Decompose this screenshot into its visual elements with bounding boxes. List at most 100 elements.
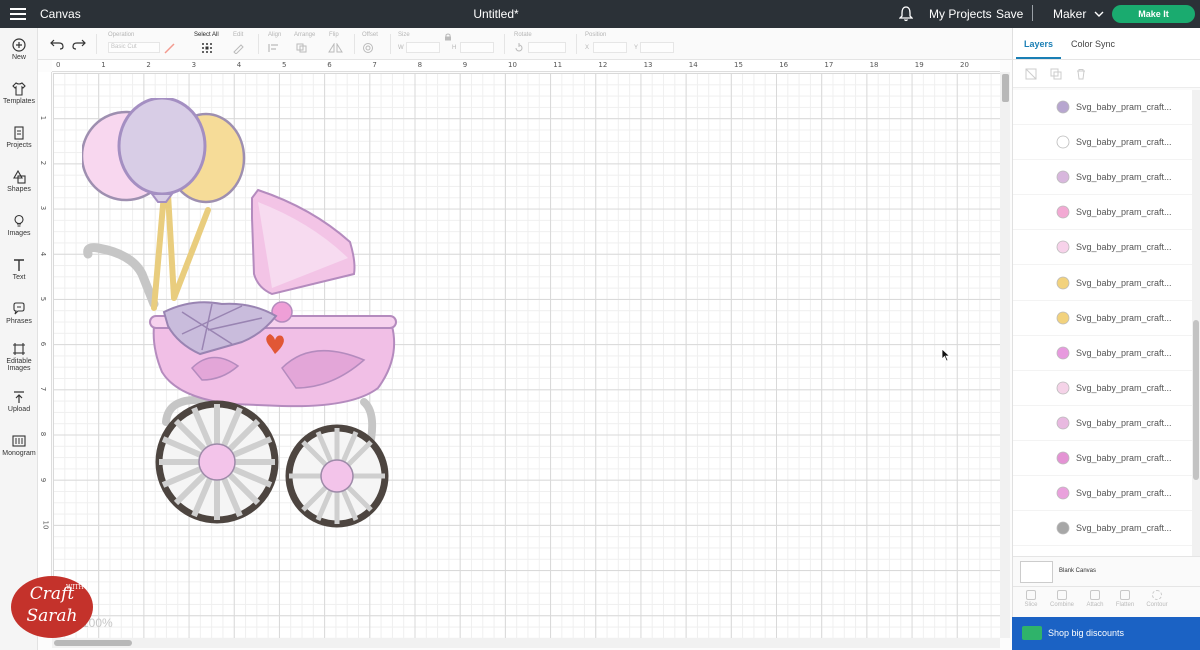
layer-row[interactable]: Svg_baby_pram_craft... (1013, 125, 1193, 161)
shopping-bag-icon (1022, 626, 1042, 640)
sidebar-item-upload[interactable]: Upload (0, 390, 38, 413)
layer-row[interactable]: Svg_baby_pram_craft... (1013, 266, 1193, 301)
scroll-thumb[interactable] (1193, 320, 1199, 480)
flatten-button[interactable]: Flatten (1110, 590, 1140, 608)
sidebar-item-shapes[interactable]: Shapes (0, 170, 38, 193)
chevron-down-icon (1094, 11, 1104, 17)
edit-toolbar: Operation Basic Cut Select All Edit Alig… (38, 28, 1012, 60)
make-it-button[interactable]: Make It (1112, 5, 1195, 23)
combine-icon (1057, 590, 1067, 600)
sidebar-item-new[interactable]: New (0, 38, 38, 61)
layer-row[interactable]: Svg_baby_pram_craft... (1013, 336, 1193, 371)
scroll-thumb[interactable] (54, 640, 132, 646)
design-canvas[interactable]: 0 1 2 3 4 5 6 7 8 9 10 11 12 13 14 15 16 17 18 19 20 1234567… (38, 60, 1012, 650)
baby-pram-design[interactable] (82, 98, 402, 538)
layer-label: Svg_baby_pram_craft... (1076, 172, 1172, 183)
machine-selector[interactable]: Maker (1053, 7, 1104, 21)
scroll-thumb[interactable] (1002, 74, 1009, 102)
redo-icon[interactable] (72, 38, 86, 50)
arrange-icon[interactable] (296, 43, 312, 53)
vertical-scrollbar[interactable] (1000, 72, 1010, 638)
rear-wheel (155, 400, 279, 524)
slice-button[interactable]: Slice (1016, 590, 1046, 608)
flatten-icon (1120, 590, 1130, 600)
contour-button[interactable]: Contour (1142, 590, 1172, 608)
layer-row[interactable]: Svg_baby_pram_craft... (1013, 511, 1193, 547)
panel-tabs: Layers Color Sync (1013, 28, 1200, 60)
layer-row[interactable]: Svg_baby_pram_craft... (1013, 371, 1193, 406)
lock-icon[interactable] (444, 33, 452, 41)
monogram-icon (12, 435, 26, 447)
rotate-input[interactable] (528, 42, 566, 53)
tab-layers[interactable]: Layers (1024, 39, 1053, 49)
sidebar-item-projects[interactable]: Projects (0, 126, 38, 149)
toolbar-divider (576, 34, 577, 54)
panel-scrollbar[interactable] (1192, 90, 1200, 556)
combine-button[interactable]: Combine (1047, 590, 1077, 608)
layer-row[interactable]: Svg_baby_pram_craft... (1013, 195, 1193, 231)
save-button[interactable]: Save (996, 7, 1023, 21)
sidebar-label: Text (12, 274, 26, 281)
projects-icon (14, 126, 24, 140)
lilac-balloon (117, 98, 207, 196)
align-icon[interactable] (268, 43, 284, 53)
layer-label: Svg_baby_pram_craft... (1076, 137, 1172, 148)
undo-icon[interactable] (50, 38, 64, 50)
hood-pivot (271, 301, 293, 323)
sidebar-item-templates[interactable]: Templates (0, 82, 38, 105)
layer-label: Svg_baby_pram_craft... (1076, 417, 1172, 428)
select-all-icon[interactable] (201, 42, 213, 54)
layer-row[interactable]: Svg_baby_pram_craft... (1013, 476, 1193, 512)
notification-bell-icon[interactable] (899, 6, 913, 22)
attach-button[interactable]: Attach (1080, 590, 1110, 608)
tab-color-sync[interactable]: Color Sync (1071, 39, 1115, 49)
layer-thumbnail-icon (1055, 416, 1071, 432)
layer-row[interactable]: Svg_baby_pram_craft... (1013, 441, 1193, 476)
ruler-tick-label: 12 (598, 61, 608, 69)
ruler-tick-label: 7 (372, 61, 377, 69)
ruler-tick-label: 17 (824, 61, 834, 69)
position-x-input[interactable] (593, 42, 627, 53)
my-projects-link[interactable]: My Projects (929, 7, 992, 21)
sidebar-item-monogram[interactable]: Monogram (0, 434, 38, 457)
shop-banner[interactable]: Shop big discounts (1012, 617, 1200, 650)
left-sidebar: New Templates Projects Shapes Images Tex… (0, 28, 38, 650)
toolbar-divider (504, 34, 505, 54)
layer-row[interactable]: Svg_baby_pram_craft... (1013, 230, 1193, 266)
text-icon (14, 259, 24, 271)
layer-row[interactable]: Svg_baby_pram_craft... (1013, 90, 1193, 125)
layer-thumbnail-icon (1055, 135, 1071, 151)
trash-icon[interactable] (1075, 68, 1087, 80)
ruler-tick-label: 19 (914, 61, 924, 69)
blank-canvas-row[interactable]: Blank Canvas (1013, 556, 1200, 586)
pen-icon[interactable] (164, 42, 176, 54)
layer-list: Svg_baby_pram_craft... Svg_baby_pram_craf… (1013, 90, 1193, 556)
shapes-icon (13, 170, 26, 184)
layer-thumbnail-icon (1055, 100, 1071, 116)
document-title[interactable]: Untitled* (0, 7, 992, 21)
horizontal-scrollbar[interactable] (52, 638, 1000, 648)
ruler-tick-label: 4 (39, 251, 48, 256)
sidebar-item-text[interactable]: Text (0, 258, 38, 281)
duplicate-icon[interactable] (1050, 68, 1062, 80)
rotate-icon[interactable] (514, 43, 524, 53)
layer-row[interactable]: Svg_baby_pram_craft... (1013, 406, 1193, 441)
height-input[interactable] (460, 42, 494, 53)
bottom-tools: Slice Combine Attach Flatten Contour (1013, 586, 1200, 616)
group-icon[interactable] (1025, 68, 1037, 80)
offset-icon[interactable] (362, 42, 376, 54)
layer-row[interactable]: Svg_baby_pram_craft... (1013, 160, 1193, 196)
edit-icon[interactable] (232, 42, 246, 54)
ruler-tick-label: 14 (688, 61, 698, 69)
sidebar-item-phrases[interactable]: Phrases (0, 302, 38, 325)
sidebar-item-editable-images[interactable]: Editable Images (0, 342, 38, 372)
operation-select[interactable]: Basic Cut (108, 42, 160, 53)
position-y-input[interactable] (640, 42, 674, 53)
flip-icon[interactable] (328, 43, 344, 53)
sidebar-item-images[interactable]: Images (0, 214, 38, 237)
ruler-tick-label: 5 (282, 61, 287, 69)
front-wheel (285, 424, 389, 528)
layer-row[interactable]: Svg_baby_pram_craft... (1013, 301, 1193, 336)
width-input[interactable] (406, 42, 440, 53)
rotate-label: Rotate (514, 32, 532, 38)
